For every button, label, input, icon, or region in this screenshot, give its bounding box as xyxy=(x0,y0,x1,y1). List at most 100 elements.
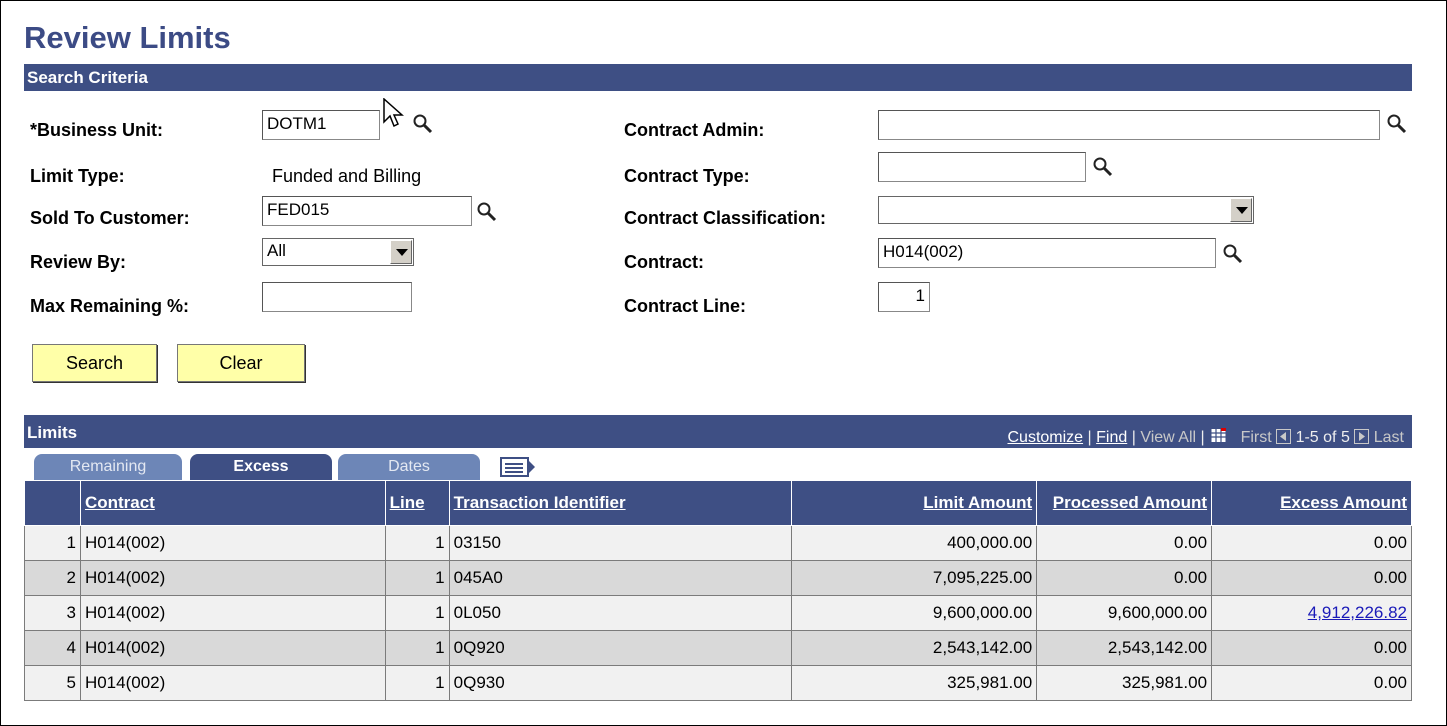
view-all-link: View All xyxy=(1140,429,1197,446)
contract-type-label: Contract Type: xyxy=(624,166,750,186)
contract-classification-label: Contract Classification: xyxy=(624,208,827,228)
contract-cell: H014(002) xyxy=(79,560,386,596)
table-row: 3 H014(002) 1 0L050 9,600,000.00 9,600,0… xyxy=(24,595,1412,631)
line-cell: 1 xyxy=(384,560,450,596)
transaction-identifier-cell: 045A0 xyxy=(448,560,793,596)
sold-to-customer-lookup-icon[interactable] xyxy=(476,201,498,223)
row-number-header xyxy=(24,480,81,526)
transaction-identifier-cell: 0Q920 xyxy=(448,630,793,666)
limit-amount-cell: 7,095,225.00 xyxy=(791,560,1038,596)
contract-line-label: Contract Line: xyxy=(624,296,747,316)
contract-admin-lookup-icon[interactable] xyxy=(1386,113,1408,135)
page-title: Review Limits xyxy=(24,20,231,55)
next-page-icon xyxy=(1354,429,1370,444)
find-link[interactable]: Find xyxy=(1096,429,1127,446)
customize-link[interactable]: Customize xyxy=(1007,429,1083,446)
review-by-label: Review By: xyxy=(30,252,127,272)
contract-classification-select[interactable] xyxy=(878,196,1254,224)
limit-amount-cell: 325,981.00 xyxy=(791,665,1038,701)
table-row: 5 H014(002) 1 0Q930 325,981.00 325,981.0… xyxy=(24,665,1412,701)
contract-cell: H014(002) xyxy=(79,525,386,561)
sold-to-customer-label: Sold To Customer: xyxy=(30,208,190,228)
processed-amount-cell: 0.00 xyxy=(1036,525,1213,561)
first-link: First xyxy=(1240,429,1272,446)
column-header-transaction-identifier[interactable]: Transaction Identifier xyxy=(448,480,793,526)
limits-table: Contract Line Transaction Identifier Lim… xyxy=(24,480,1412,701)
sold-to-customer-input[interactable]: FED015 xyxy=(262,196,472,226)
chevron-down-icon[interactable] xyxy=(390,240,412,264)
limit-type-value: Funded and Billing xyxy=(272,166,422,186)
tab-dates[interactable]: Dates xyxy=(338,454,480,480)
tab-remaining[interactable]: Remaining xyxy=(34,454,182,480)
separator: | xyxy=(1087,429,1092,446)
chevron-down-icon[interactable] xyxy=(1230,198,1252,222)
excess-amount-cell: 4,912,226.82 xyxy=(1211,595,1412,631)
line-cell: 1 xyxy=(384,595,450,631)
line-cell: 1 xyxy=(384,630,450,666)
excess-amount-cell: 0.00 xyxy=(1211,525,1412,561)
contract-type-lookup-icon[interactable] xyxy=(1092,156,1114,178)
column-header-excess-amount[interactable]: Excess Amount xyxy=(1211,480,1412,526)
column-header-processed-amount[interactable]: Processed Amount xyxy=(1036,480,1213,526)
processed-amount-cell: 325,981.00 xyxy=(1036,665,1213,701)
tab-excess[interactable]: Excess xyxy=(190,454,332,480)
processed-amount-cell: 2,543,142.00 xyxy=(1036,630,1213,666)
line-cell: 1 xyxy=(384,525,450,561)
column-header-line[interactable]: Line xyxy=(384,480,450,526)
limit-amount-cell: 400,000.00 xyxy=(791,525,1038,561)
separator: | xyxy=(1200,429,1205,446)
processed-amount-cell: 0.00 xyxy=(1036,560,1213,596)
review-by-value: All xyxy=(267,241,286,260)
contract-lookup-icon[interactable] xyxy=(1222,243,1244,265)
transaction-identifier-cell: 03150 xyxy=(448,525,793,561)
show-all-columns-icon[interactable] xyxy=(500,457,536,477)
processed-amount-cell: 9,600,000.00 xyxy=(1036,595,1213,631)
column-header-limit-amount[interactable]: Limit Amount xyxy=(791,480,1038,526)
review-by-select[interactable]: All xyxy=(262,238,414,266)
row-number: 4 xyxy=(24,630,81,666)
contract-line-input[interactable]: 1 xyxy=(878,282,930,312)
column-header-contract[interactable]: Contract xyxy=(79,480,386,526)
download-grid-icon[interactable] xyxy=(1211,428,1227,443)
table-row: 2 H014(002) 1 045A0 7,095,225.00 0.00 0.… xyxy=(24,560,1412,596)
contract-admin-input[interactable] xyxy=(878,110,1380,140)
row-number: 3 xyxy=(24,595,81,631)
excess-amount-link[interactable]: 4,912,226.82 xyxy=(1308,603,1407,622)
limit-amount-cell: 2,543,142.00 xyxy=(791,630,1038,666)
excess-amount-cell: 0.00 xyxy=(1211,665,1412,701)
previous-page-icon xyxy=(1276,429,1292,444)
transaction-identifier-cell: 0Q930 xyxy=(448,665,793,701)
mouse-cursor-icon xyxy=(383,98,404,128)
table-header-row: Contract Line Transaction Identifier Lim… xyxy=(24,480,1412,526)
contract-admin-label: Contract Admin: xyxy=(624,120,765,140)
business-unit-lookup-icon[interactable] xyxy=(412,113,434,135)
table-row: 1 H014(002) 1 03150 400,000.00 0.00 0.00 xyxy=(24,525,1412,561)
line-cell: 1 xyxy=(384,665,450,701)
contract-input[interactable]: H014(002) xyxy=(878,238,1216,268)
contract-type-input[interactable] xyxy=(878,152,1086,182)
row-number: 1 xyxy=(24,525,81,561)
clear-button[interactable]: Clear xyxy=(177,344,305,382)
contract-cell: H014(002) xyxy=(79,630,386,666)
limits-title: Limits xyxy=(27,423,78,442)
table-row: 4 H014(002) 1 0Q920 2,543,142.00 2,543,1… xyxy=(24,630,1412,666)
search-button[interactable]: Search xyxy=(32,344,157,382)
grid-tabs: Remaining Excess Dates xyxy=(24,448,1412,480)
excess-amount-cell: 0.00 xyxy=(1211,630,1412,666)
row-range: 1-5 of 5 xyxy=(1295,429,1350,446)
transaction-identifier-cell: 0L050 xyxy=(448,595,793,631)
excess-amount-cell: 0.00 xyxy=(1211,560,1412,596)
limits-grid-header: Limits Customize | Find | View All | Fir… xyxy=(24,415,1412,448)
business-unit-label: *Business Unit: xyxy=(30,120,164,140)
row-number: 5 xyxy=(24,665,81,701)
max-remaining-input[interactable] xyxy=(262,282,412,312)
search-criteria-header: Search Criteria xyxy=(24,64,1412,91)
limit-amount-cell: 9,600,000.00 xyxy=(791,595,1038,631)
separator: | xyxy=(1131,429,1136,446)
contract-label: Contract: xyxy=(624,252,704,272)
contract-cell: H014(002) xyxy=(79,595,386,631)
last-link: Last xyxy=(1373,429,1404,446)
limit-type-label: Limit Type: xyxy=(30,166,125,186)
grid-navigation: Customize | Find | View All | First 1-5 … xyxy=(1007,428,1404,447)
business-unit-input[interactable]: DOTM1 xyxy=(262,110,380,140)
